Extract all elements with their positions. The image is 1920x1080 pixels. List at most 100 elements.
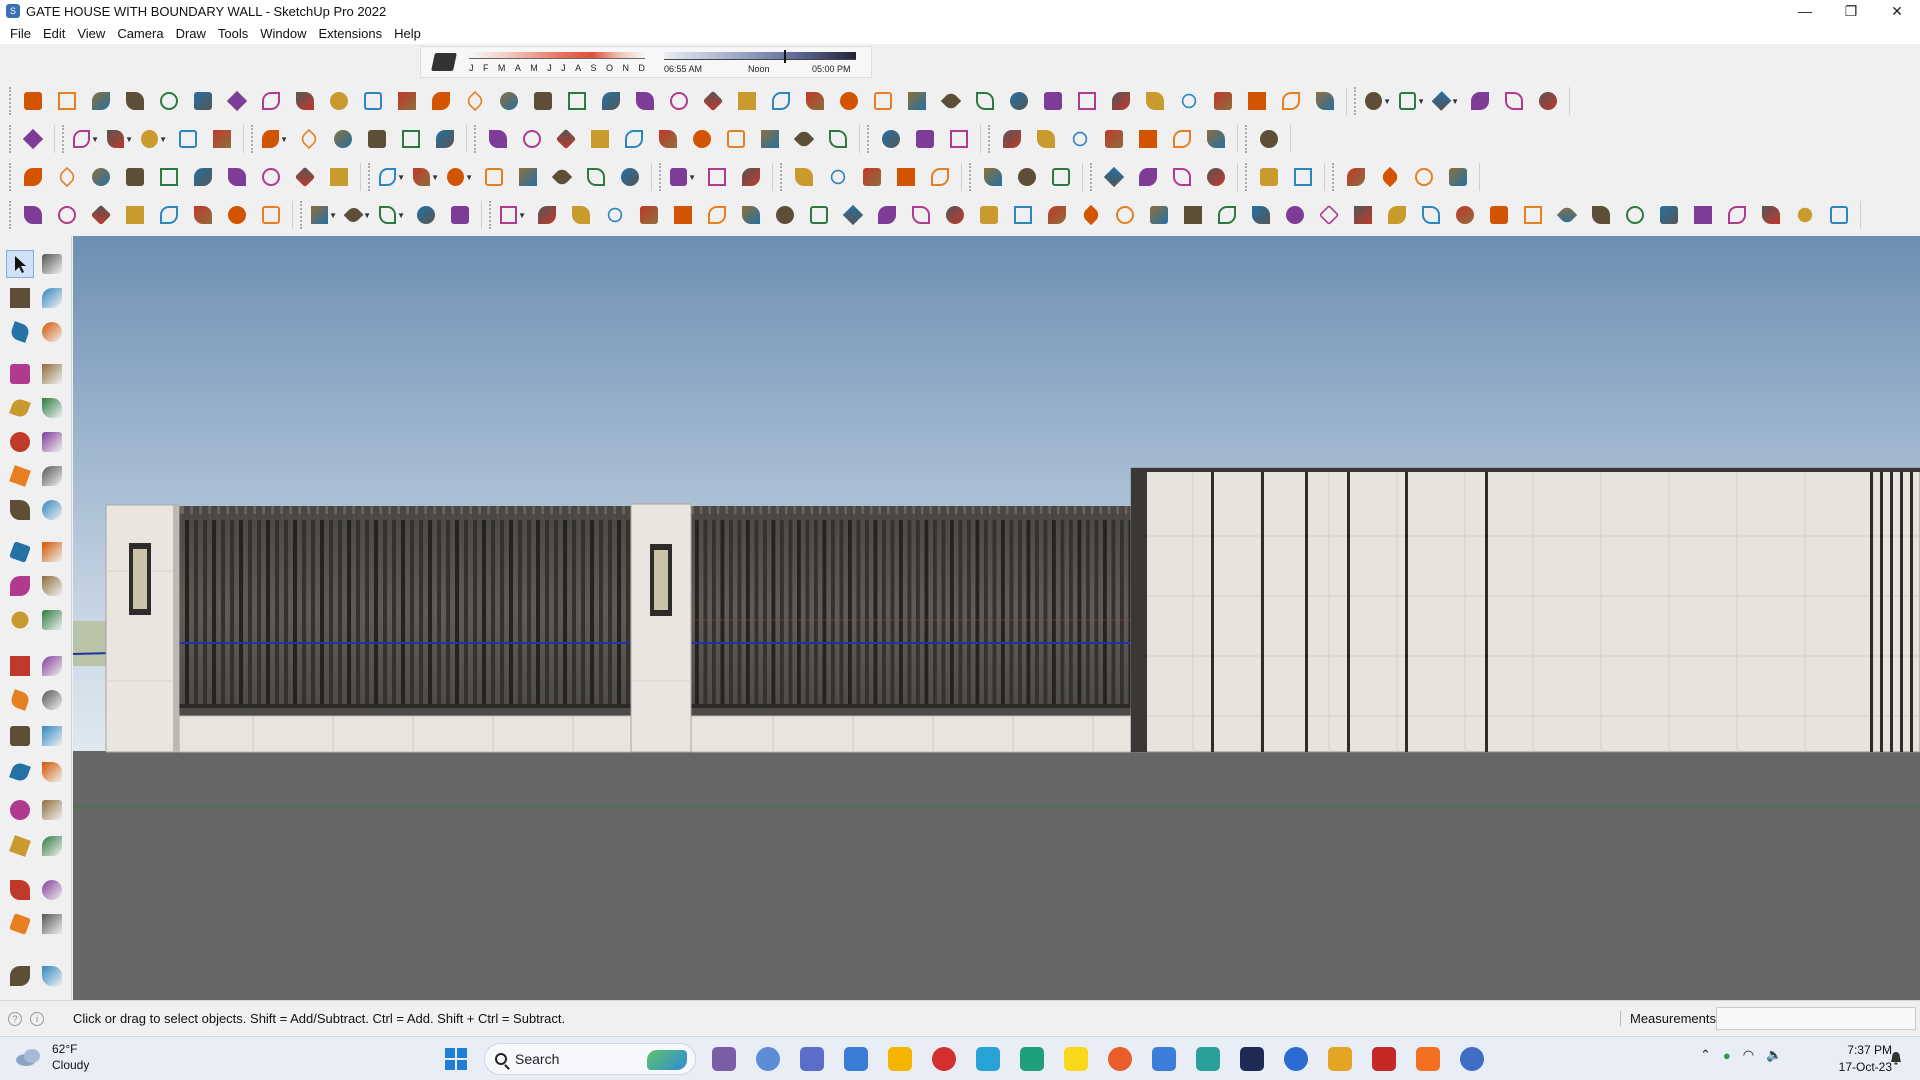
toolbar-tool-button[interactable] xyxy=(1108,88,1134,114)
weather-widget[interactable]: 62°F Cloudy xyxy=(14,1041,89,1073)
pinned-app-button[interactable] xyxy=(1146,1041,1182,1077)
toolbar-tool-button[interactable] xyxy=(190,164,216,190)
large-tool-button[interactable] xyxy=(38,910,66,938)
toolbar-tool-button[interactable] xyxy=(1078,202,1104,228)
toolbar-tool-button[interactable] xyxy=(825,126,851,152)
pinned-app-button[interactable] xyxy=(1278,1041,1314,1077)
toolbar-tool-button[interactable] xyxy=(224,164,250,190)
large-tool-button[interactable] xyxy=(6,876,34,904)
menu-help[interactable]: Help xyxy=(388,26,427,41)
toolbar-tool-button[interactable] xyxy=(791,126,817,152)
toolbar-tool-button[interactable] xyxy=(1656,202,1682,228)
toolbar-tool-button[interactable] xyxy=(1256,164,1282,190)
toolbar-tool-button[interactable] xyxy=(704,202,730,228)
toolbar-tool-button[interactable] xyxy=(1210,88,1236,114)
chevron-down-icon[interactable]: ▼ xyxy=(431,173,439,182)
toolbar-tool-button[interactable] xyxy=(519,126,545,152)
chevron-down-icon[interactable]: ▼ xyxy=(397,211,405,220)
toolbar-tool-button[interactable] xyxy=(54,202,80,228)
toolbar-grip[interactable] xyxy=(9,87,13,115)
pinned-app-button[interactable] xyxy=(838,1041,874,1077)
toolbar-grip[interactable] xyxy=(474,125,478,153)
toolbar-tool-button[interactable] xyxy=(655,126,681,152)
pinned-app-button[interactable] xyxy=(1190,1041,1226,1077)
toolbar-tool-button[interactable]: ▼ xyxy=(1399,88,1425,114)
toolbar-tool-button[interactable] xyxy=(802,88,828,114)
toolbar-tool-button[interactable] xyxy=(54,88,80,114)
toolbar-tool-button[interactable] xyxy=(938,88,964,114)
toolbar-tool-button[interactable] xyxy=(156,88,182,114)
toolbar-tool-button[interactable] xyxy=(1792,202,1818,228)
toolbar-tool-button[interactable] xyxy=(912,126,938,152)
network-app-icon[interactable]: ● xyxy=(1723,1048,1731,1063)
menu-file[interactable]: File xyxy=(4,26,37,41)
toolbar-tool-button[interactable] xyxy=(723,126,749,152)
pinned-app-button[interactable] xyxy=(882,1041,918,1077)
pinned-app-button[interactable] xyxy=(1454,1041,1490,1077)
toolbar-tool-button[interactable] xyxy=(20,164,46,190)
toolbar-tool-button[interactable] xyxy=(428,88,454,114)
toolbar-tool-button[interactable]: ▼ xyxy=(1365,88,1391,114)
toolbar-tool-button[interactable] xyxy=(296,126,322,152)
toolbar-tool-button[interactable] xyxy=(1282,202,1308,228)
chevron-down-icon[interactable]: ▼ xyxy=(1451,97,1459,106)
toolbar-tool-button[interactable] xyxy=(330,126,356,152)
toolbar-tool-button[interactable]: ▼ xyxy=(141,126,167,152)
toolbar-tool-button[interactable] xyxy=(1278,88,1304,114)
large-tool-button[interactable] xyxy=(38,832,66,860)
toolbar-tool-button[interactable] xyxy=(1176,88,1202,114)
taskbar-search[interactable]: Search xyxy=(484,1043,696,1075)
info-icon[interactable]: i xyxy=(30,1011,44,1026)
toolbar-tool-button[interactable] xyxy=(534,202,560,228)
chevron-down-icon[interactable]: ▼ xyxy=(159,135,167,144)
toolbar-tool-button[interactable] xyxy=(1343,164,1369,190)
maximize-button[interactable]: ❐ xyxy=(1828,0,1874,22)
toolbar-tool-button[interactable] xyxy=(870,88,896,114)
toolbar-tool-button[interactable] xyxy=(908,202,934,228)
toolbar-tool-button[interactable] xyxy=(258,164,284,190)
pinned-app-button[interactable] xyxy=(794,1041,830,1077)
toolbar-grip[interactable] xyxy=(659,163,663,191)
toolbar-tool-button[interactable] xyxy=(1014,164,1040,190)
chevron-down-icon[interactable]: ▼ xyxy=(465,173,473,182)
toolbar-tool-button[interactable] xyxy=(859,164,885,190)
large-tool-button[interactable] xyxy=(38,606,66,634)
chevron-down-icon[interactable]: ▼ xyxy=(91,135,99,144)
toolbar-tool-button[interactable] xyxy=(1074,88,1100,114)
toolbar-tool-button[interactable] xyxy=(602,202,628,228)
pinned-app-button[interactable] xyxy=(1102,1041,1138,1077)
toolbar-tool-button[interactable] xyxy=(587,126,613,152)
large-tool-button[interactable] xyxy=(38,462,66,490)
large-tool-button[interactable] xyxy=(38,686,66,714)
toolbar-grip[interactable] xyxy=(780,163,784,191)
toolbar-tool-button[interactable] xyxy=(1203,126,1229,152)
toolbar-tool-button[interactable] xyxy=(806,202,832,228)
toolbar-tool-button[interactable] xyxy=(840,202,866,228)
toolbar-tool-button[interactable]: ▼ xyxy=(670,164,696,190)
toolbar-tool-button[interactable]: ▼ xyxy=(1431,88,1459,114)
toolbar-tool-button[interactable] xyxy=(1033,126,1059,152)
pinned-app-button[interactable] xyxy=(1014,1041,1050,1077)
toolbar-tool-button[interactable] xyxy=(1040,88,1066,114)
toolbar-tool-button[interactable] xyxy=(413,202,439,228)
toolbar-tool-button[interactable]: ▼ xyxy=(73,126,99,152)
large-tool-button[interactable] xyxy=(38,652,66,680)
toolbar-tool-button[interactable] xyxy=(1135,126,1161,152)
toolbar-tool-button[interactable] xyxy=(1501,88,1527,114)
toolbar-grip[interactable] xyxy=(9,163,13,191)
chevron-down-icon[interactable]: ▼ xyxy=(329,211,337,220)
toolbar-tool-button[interactable] xyxy=(893,164,919,190)
chevron-down-icon[interactable]: ▼ xyxy=(280,135,288,144)
toolbar-tool-button[interactable] xyxy=(292,164,318,190)
toolbar-tool-button[interactable] xyxy=(564,88,590,114)
shadow-date-slider[interactable]: J F M A M J J A S O N D xyxy=(465,48,650,76)
large-tool-button[interactable] xyxy=(38,284,66,312)
toolbar-tool-button[interactable] xyxy=(1758,202,1784,228)
shadow-toggle-icon[interactable] xyxy=(431,53,457,71)
large-tool-button[interactable] xyxy=(38,496,66,524)
toolbar-tool-button[interactable] xyxy=(1010,202,1036,228)
pinned-app-button[interactable] xyxy=(1234,1041,1270,1077)
toolbar-tool-button[interactable] xyxy=(942,202,968,228)
toolbar-grip[interactable] xyxy=(9,125,13,153)
toolbar-grip[interactable] xyxy=(368,163,372,191)
